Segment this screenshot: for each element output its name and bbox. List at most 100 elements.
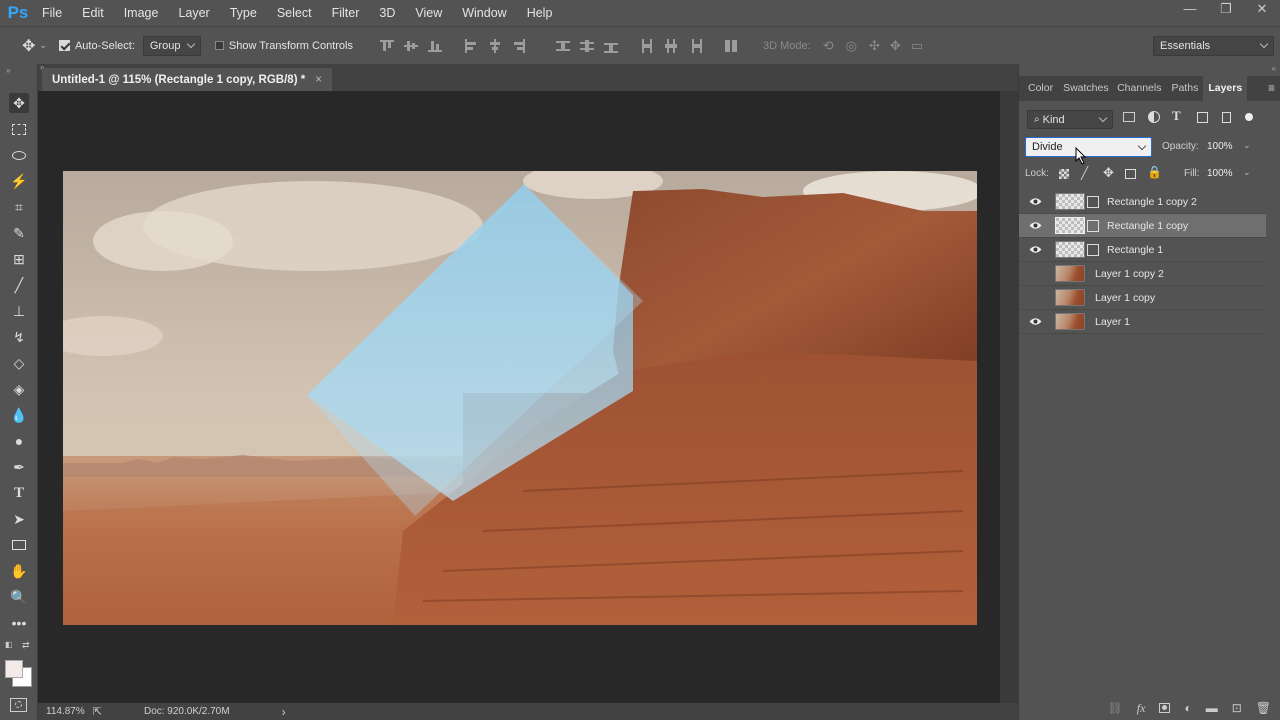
brush-tool-icon[interactable]: ╱ — [9, 275, 29, 295]
lock-all-icon[interactable]: 🔒 — [1147, 165, 1162, 179]
blur-tool-icon[interactable]: 💧 — [9, 405, 29, 425]
menu-type[interactable]: Type — [220, 0, 267, 26]
visibility-toggle-empty[interactable] — [1027, 292, 1043, 304]
panel-menu-icon[interactable]: ≡ — [1268, 76, 1275, 101]
filter-shape-icon[interactable] — [1197, 112, 1208, 123]
foreground-color-swatch[interactable] — [5, 660, 23, 678]
opacity-value[interactable]: 100% — [1207, 141, 1233, 152]
filter-pixel-icon[interactable] — [1123, 112, 1135, 122]
blend-mode-dropdown[interactable]: Divide — [1025, 137, 1152, 157]
lasso-tool-icon[interactable] — [9, 145, 29, 165]
layer-name[interactable]: Layer 1 copy — [1095, 292, 1155, 304]
lock-transparent-icon[interactable] — [1059, 169, 1069, 179]
layer-row-selected[interactable]: Rectangle 1 copy — [1019, 214, 1266, 238]
layer-row[interactable]: Rectangle 1 — [1019, 238, 1266, 262]
minimize-button[interactable]: — — [1172, 0, 1208, 24]
visibility-eye-icon[interactable] — [1027, 220, 1043, 232]
link-layers-icon[interactable]: ⛓ — [1108, 701, 1123, 715]
show-transform-checkbox[interactable] — [214, 41, 224, 50]
adjustment-layer-icon[interactable]: ◐ — [1184, 701, 1191, 715]
history-brush-tool-icon[interactable]: ↯ — [9, 327, 29, 347]
filter-toggle-icon[interactable] — [1245, 113, 1253, 121]
quick-mask-icon[interactable] — [10, 698, 27, 712]
hand-tool-icon[interactable]: ✋ — [9, 561, 29, 581]
swap-colors-icon[interactable]: ⇄ — [22, 640, 30, 651]
lock-position-icon[interactable]: ✥ — [1103, 165, 1114, 181]
type-tool-icon[interactable]: T — [9, 483, 29, 503]
marquee-tool-icon[interactable] — [9, 119, 29, 139]
close-document-icon[interactable]: × — [315, 74, 322, 86]
close-window-button[interactable]: ✕ — [1244, 0, 1280, 24]
eraser-tool-icon[interactable]: ◇ — [9, 353, 29, 373]
menu-3d[interactable]: 3D — [369, 0, 405, 26]
zoom-level[interactable]: 114.87% — [46, 706, 85, 717]
export-icon[interactable]: ⇱ — [93, 705, 102, 718]
distribute-right-icon[interactable] — [688, 38, 702, 53]
tab-channels[interactable]: Channels — [1112, 76, 1166, 101]
layer-row[interactable]: Layer 1 copy 2 — [1019, 262, 1266, 286]
menu-layer[interactable]: Layer — [168, 0, 219, 26]
visibility-eye-icon[interactable] — [1027, 316, 1043, 328]
more-tools-icon[interactable]: ••• — [9, 613, 29, 633]
new-group-icon[interactable]: ▬ — [1206, 701, 1218, 715]
filter-adjustment-icon[interactable] — [1148, 111, 1160, 123]
move-tool-icon[interactable]: ✥ — [9, 93, 29, 113]
paint-bucket-tool-icon[interactable]: ◈ — [9, 379, 29, 399]
status-menu-arrow[interactable]: › — [282, 705, 286, 719]
menu-filter[interactable]: Filter — [322, 0, 370, 26]
layer-style-fx-icon[interactable]: fx — [1137, 701, 1146, 716]
move-tool-preset-icon[interactable]: ✥ — [22, 36, 35, 56]
visibility-eye-icon[interactable] — [1027, 196, 1043, 208]
preset-chevron-icon[interactable]: ⌄ — [39, 40, 47, 51]
pen-tool-icon[interactable]: ✒ — [9, 457, 29, 477]
collapse-toolbar-icon[interactable]: » — [6, 66, 10, 75]
distribute-vcenter-icon[interactable] — [579, 39, 594, 53]
3d-drag-icon[interactable]: ✣ — [869, 38, 880, 54]
layer-row[interactable]: Layer 1 — [1019, 310, 1266, 334]
tab-paths[interactable]: Paths — [1166, 76, 1203, 101]
layer-name[interactable]: Rectangle 1 copy — [1107, 220, 1188, 232]
eyedropper-tool-icon[interactable]: ✎ — [9, 223, 29, 243]
zoom-tool-icon[interactable]: 🔍 — [9, 587, 29, 607]
layer-name[interactable]: Rectangle 1 — [1107, 244, 1163, 256]
align-hcenter-icon[interactable] — [488, 38, 502, 53]
lock-artboard-icon[interactable] — [1125, 169, 1136, 179]
tab-color[interactable]: Color — [1023, 76, 1058, 101]
tab-layers[interactable]: Layers — [1203, 76, 1248, 101]
path-selection-tool-icon[interactable]: ➤ — [9, 509, 29, 529]
layer-row[interactable]: Rectangle 1 copy 2 — [1019, 190, 1266, 214]
distribute-hcenter-icon[interactable] — [664, 38, 678, 53]
fill-chevron-icon[interactable]: ⌄ — [1243, 167, 1251, 178]
clone-stamp-tool-icon[interactable]: ⊥ — [9, 301, 29, 321]
3d-roll-icon[interactable]: ◎ — [846, 38, 857, 54]
menu-select[interactable]: Select — [267, 0, 322, 26]
align-right-icon[interactable] — [512, 38, 526, 53]
magic-wand-tool-icon[interactable]: ⚡ — [9, 171, 29, 191]
delete-layer-icon[interactable]: 🗑 — [1256, 701, 1271, 715]
vertical-scrollbar[interactable] — [1000, 91, 1018, 703]
visibility-eye-icon[interactable] — [1027, 244, 1043, 256]
align-left-icon[interactable] — [464, 38, 478, 53]
menu-image[interactable]: Image — [114, 0, 169, 26]
add-mask-icon[interactable] — [1159, 703, 1171, 713]
layer-filter-dropdown[interactable]: ⌕ Kind — [1027, 110, 1113, 129]
canvas-image[interactable] — [63, 171, 977, 625]
auto-align-icon[interactable] — [724, 39, 738, 53]
crop-tool-icon[interactable]: ⌗ — [9, 197, 29, 217]
rectangle-tool-icon[interactable] — [9, 535, 29, 555]
lock-image-icon[interactable]: ╱ — [1081, 166, 1088, 180]
visibility-toggle-empty[interactable] — [1027, 268, 1043, 280]
3d-slide-icon[interactable]: ✥ — [890, 38, 901, 54]
opacity-chevron-icon[interactable]: ⌄ — [1243, 140, 1251, 151]
align-vcenter-icon[interactable] — [403, 39, 418, 53]
filter-type-icon[interactable]: T — [1172, 108, 1181, 124]
layer-row[interactable]: Layer 1 copy — [1019, 286, 1266, 310]
menu-edit[interactable]: Edit — [72, 0, 114, 26]
align-top-icon[interactable] — [379, 39, 394, 53]
distribute-top-icon[interactable] — [555, 39, 570, 53]
collapse-panel-icon[interactable]: « — [1272, 64, 1276, 73]
layer-name[interactable]: Layer 1 — [1095, 316, 1130, 328]
healing-brush-tool-icon[interactable]: ⊞ — [9, 249, 29, 269]
3d-rotate-icon[interactable]: ⟲ — [823, 38, 834, 54]
menu-help[interactable]: Help — [517, 0, 563, 26]
